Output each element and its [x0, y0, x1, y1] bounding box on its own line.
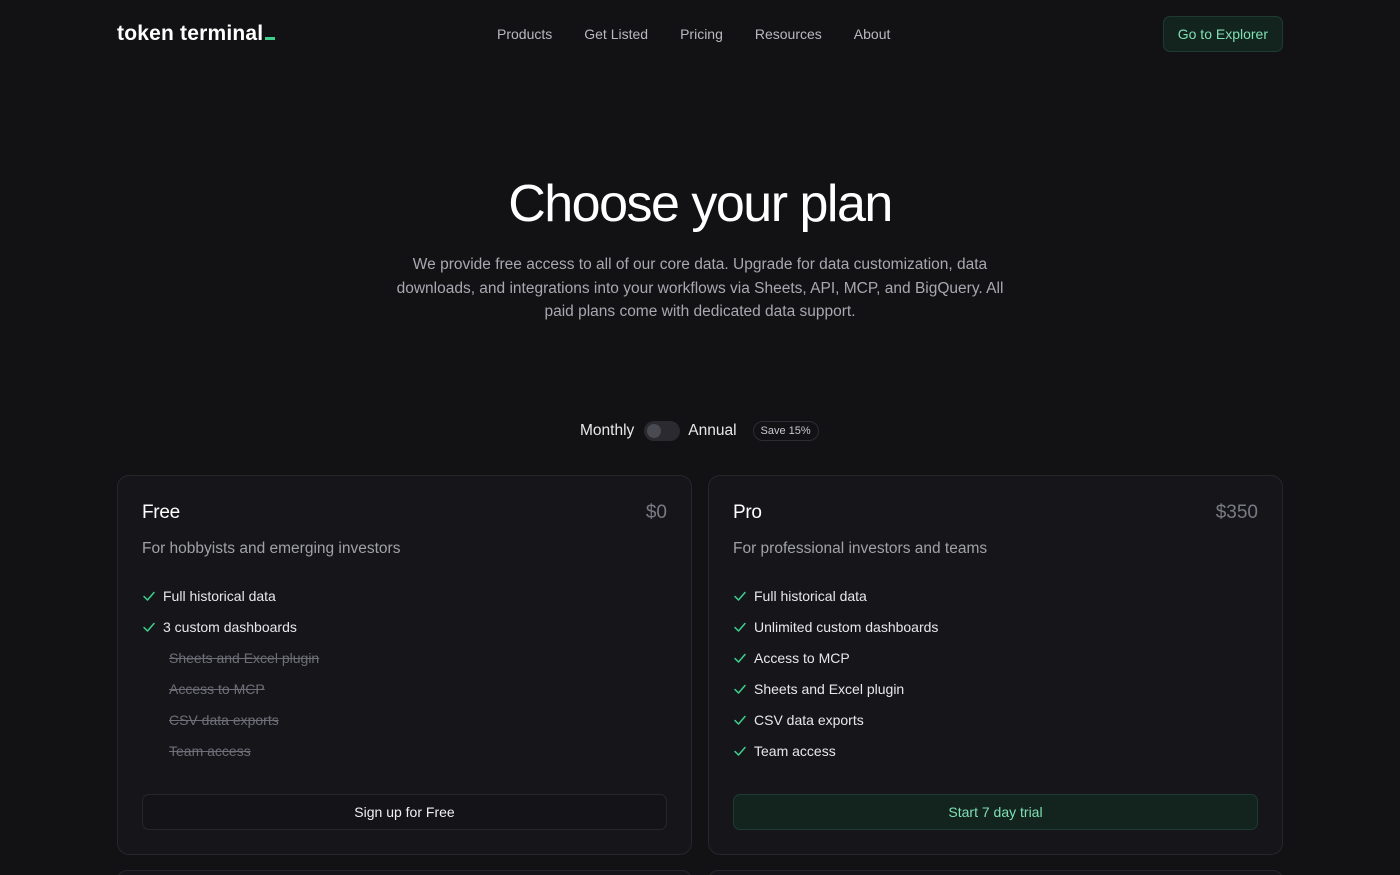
- main-nav: Products Get Listed Pricing Resources Ab…: [497, 26, 890, 42]
- plan-description: For hobbyists and emerging investors: [142, 540, 401, 557]
- feature-item-unavailable: CSV data exports: [142, 704, 667, 735]
- check-icon: [734, 684, 746, 694]
- monthly-label[interactable]: Monthly: [580, 422, 634, 440]
- feature-item: CSV data exports: [733, 704, 1258, 735]
- feature-item: Team access: [733, 735, 1258, 766]
- feature-label: CSV data exports: [169, 711, 279, 728]
- sign-up-free-button[interactable]: Sign up for Free: [142, 794, 667, 830]
- plan-price: $0: [645, 502, 667, 523]
- save-badge: Save 15%: [752, 421, 819, 441]
- plan-card-free: Free $0 For hobbyists and emerging inves…: [117, 475, 692, 855]
- plan-name: Free: [142, 502, 180, 523]
- feature-item-unavailable: Access to MCP: [142, 673, 667, 704]
- feature-label: Sheets and Excel plugin: [754, 680, 905, 697]
- next-plan-card-edge: [708, 870, 1283, 875]
- logo[interactable]: token terminal: [117, 22, 276, 46]
- page-title: Choose your plan: [508, 175, 893, 233]
- check-icon: [734, 715, 746, 725]
- plan-name: Pro: [733, 502, 762, 523]
- site-header: token terminal Products Get Listed Prici…: [117, 16, 1283, 52]
- toggle-knob: [647, 424, 662, 438]
- feature-label: Full historical data: [163, 587, 276, 604]
- feature-item: 3 custom dashboards: [142, 611, 667, 642]
- feature-label: Unlimited custom dashboards: [754, 618, 939, 635]
- feature-item: Full historical data: [733, 580, 1258, 611]
- plan-header: Free $0: [142, 500, 667, 526]
- next-plan-card-edge: [117, 870, 692, 875]
- plan-price: $350: [1215, 502, 1258, 523]
- annual-label[interactable]: Annual: [688, 422, 736, 440]
- feature-item-unavailable: Team access: [142, 735, 667, 766]
- feature-label: 3 custom dashboards: [163, 618, 297, 635]
- check-icon: [734, 746, 746, 756]
- logo-text: token terminal: [117, 22, 264, 45]
- check-icon: [734, 591, 746, 601]
- check-icon: [143, 591, 155, 601]
- plan-description: For professional investors and teams: [733, 540, 988, 557]
- feature-item: Unlimited custom dashboards: [733, 611, 1258, 642]
- feature-list: Full historical data Unlimited custom da…: [733, 580, 1258, 766]
- nav-pricing[interactable]: Pricing: [680, 26, 723, 42]
- check-icon: [734, 622, 746, 632]
- plan-card-pro: Pro $350 For professional investors and …: [708, 475, 1283, 855]
- feature-item: Access to MCP: [733, 642, 1258, 673]
- feature-item: Full historical data: [142, 580, 667, 611]
- feature-label: Team access: [754, 742, 836, 759]
- billing-period-toggle[interactable]: [644, 421, 681, 441]
- check-icon: [143, 622, 155, 632]
- feature-label: Full historical data: [754, 587, 867, 604]
- plan-header: Pro $350: [733, 500, 1258, 526]
- page-subtitle: We provide free access to all of our cor…: [396, 256, 1004, 320]
- nav-get-listed[interactable]: Get Listed: [584, 26, 648, 42]
- feature-item-unavailable: Sheets and Excel plugin: [142, 642, 667, 673]
- feature-list: Full historical data 3 custom dashboards…: [142, 580, 667, 766]
- feature-label: Team access: [169, 742, 251, 759]
- start-trial-button[interactable]: Start 7 day trial: [733, 794, 1258, 830]
- billing-toggle-group: Monthly Annual Save 15%: [580, 419, 819, 443]
- logo-cursor-icon: [265, 37, 276, 40]
- nav-about[interactable]: About: [854, 26, 891, 42]
- feature-label: Sheets and Excel plugin: [169, 649, 320, 666]
- pricing-page: token terminal Products Get Listed Prici…: [0, 0, 1400, 875]
- nav-products[interactable]: Products: [497, 26, 552, 42]
- feature-label: Access to MCP: [754, 649, 850, 666]
- feature-label: CSV data exports: [754, 711, 864, 728]
- check-icon: [734, 653, 746, 663]
- feature-item: Sheets and Excel plugin: [733, 673, 1258, 704]
- nav-resources[interactable]: Resources: [755, 26, 822, 42]
- go-to-explorer-button[interactable]: Go to Explorer: [1162, 16, 1283, 52]
- feature-label: Access to MCP: [169, 680, 265, 697]
